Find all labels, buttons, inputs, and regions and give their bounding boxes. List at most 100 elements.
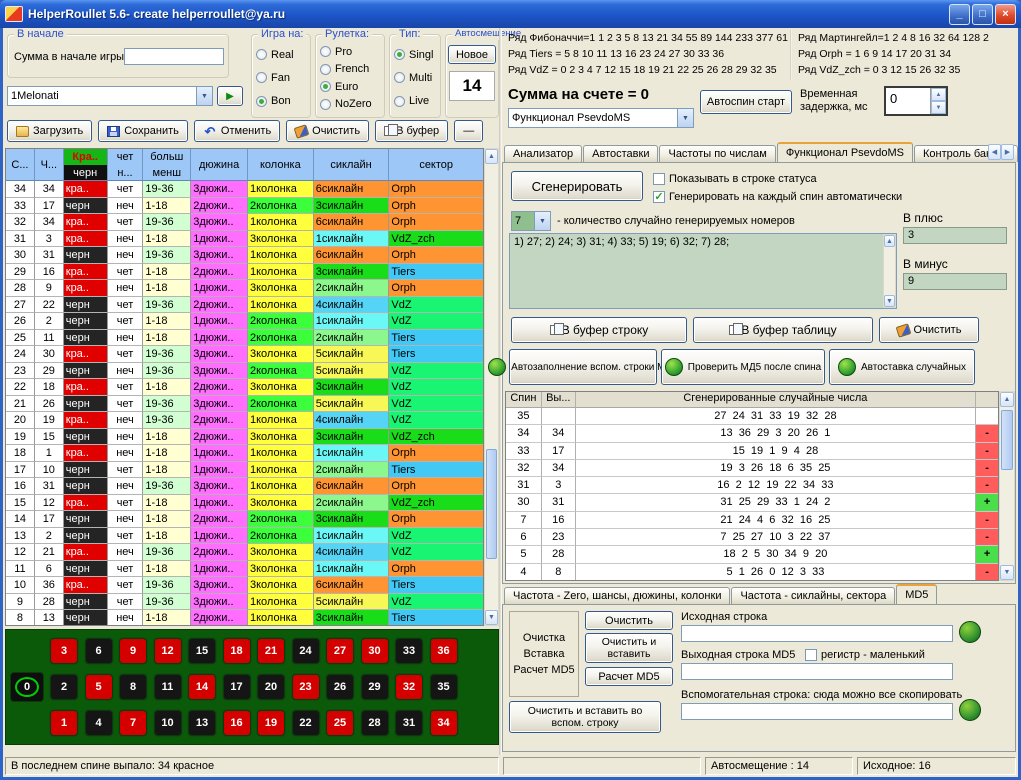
gen-row[interactable]: 71621 24 4 6 32 16 25-	[506, 512, 998, 529]
roulette-number-16[interactable]: 16	[223, 710, 251, 736]
roulette-number-22[interactable]: 22	[292, 710, 320, 736]
spin-row[interactable]: 1710чернчет1-181дюжи..1колонка2сиклайнTi…	[6, 462, 483, 479]
roulette-number-13[interactable]: 13	[188, 710, 216, 736]
roulette-number-25[interactable]: 25	[326, 710, 354, 736]
md5-clear-paste-aux-button[interactable]: Очистить и вставить во вспом. строку	[509, 701, 661, 733]
roulette-number-33[interactable]: 33	[395, 638, 423, 664]
undo-button[interactable]: ↶Отменить	[194, 120, 280, 142]
scroll-down-button[interactable]: ▼	[1000, 565, 1014, 580]
gen-row[interactable]: 31316 2 12 19 22 34 33-	[506, 477, 998, 494]
chevron-down-icon[interactable]: ▼	[196, 87, 212, 105]
md5-calc-button[interactable]: Расчет MD5	[585, 667, 673, 686]
radio-euro[interactable]: Euro	[320, 80, 382, 94]
radio-french[interactable]: French	[320, 62, 382, 76]
minimize-button[interactable]: _	[949, 4, 970, 25]
roulette-number-2[interactable]: 2	[50, 674, 78, 700]
roulette-number-1[interactable]: 1	[50, 710, 78, 736]
count-combo[interactable]: 7 ▼	[511, 211, 551, 231]
scroll-down-button[interactable]: ▼	[884, 295, 895, 307]
roulette-number-7[interactable]: 7	[119, 710, 147, 736]
tab-1[interactable]: Частота - сиклайны, сектора	[731, 587, 895, 604]
generated-output[interactable]: 1) 27; 2) 24; 3) 31; 4) 33; 5) 19; 6) 32…	[509, 233, 897, 309]
collapse-button[interactable]: —	[454, 120, 483, 142]
spin-row[interactable]: 2916кра..чет1-182дюжи..1колонка3сиклайнT…	[6, 264, 483, 281]
spin-row[interactable]: 928чернчет19-363дюжи..1колонка5сиклайнVd…	[6, 594, 483, 611]
roulette-number-28[interactable]: 28	[361, 710, 389, 736]
copy-buffer-button[interactable]: В буфер	[375, 120, 448, 142]
autobet-random-button[interactable]: Автоставка случайных	[829, 349, 975, 385]
spin-row[interactable]: 1512кра..чет1-181дюжи..3колонка2сиклайнV…	[6, 495, 483, 512]
buffer-table-button[interactable]: В буфер таблицу	[693, 317, 873, 343]
tab-2[interactable]: Частоты по числам	[659, 145, 775, 162]
roulette-number-18[interactable]: 18	[223, 638, 251, 664]
preset-combo[interactable]: 1Melonati ▼	[7, 86, 213, 106]
autofill-md5-button[interactable]: Автозаполнение вспом. строки МД5	[509, 349, 657, 385]
delay-up-button[interactable]: ▲	[931, 88, 946, 101]
roulette-number-20[interactable]: 20	[257, 674, 285, 700]
spin-row[interactable]: 132чернчет1-181дюжи..2колонка1сиклайнVdZ	[6, 528, 483, 545]
spin-row[interactable]: 313кра..неч1-181дюжи..3колонка1сиклайнVd…	[6, 231, 483, 248]
roulette-number-12[interactable]: 12	[154, 638, 182, 664]
check-md5-button[interactable]: Проверить МД5 после спина	[661, 349, 825, 385]
aux-string-input[interactable]	[681, 703, 953, 720]
gen-row[interactable]: 3527 24 31 33 19 32 28	[506, 408, 998, 425]
radio-pro[interactable]: Pro	[320, 45, 382, 59]
roulette-number-19[interactable]: 19	[257, 710, 285, 736]
table-scrollbar[interactable]: ▲ ▼	[484, 148, 499, 626]
clear-button[interactable]: Очистить	[286, 120, 369, 142]
delay-spinner[interactable]: 0 ▲ ▼	[884, 86, 948, 116]
spin-row[interactable]: 2019кра..неч19-362дюжи..1колонка4сиклайн…	[6, 412, 483, 429]
roulette-number-15[interactable]: 15	[188, 638, 216, 664]
md5-clear-button[interactable]: Очистить	[585, 611, 673, 630]
scroll-thumb[interactable]	[486, 449, 497, 559]
delay-down-button[interactable]: ▼	[931, 101, 946, 114]
spin-row[interactable]: 2329черннеч19-363дюжи..2колонка5сиклайнV…	[6, 363, 483, 380]
roulette-number-24[interactable]: 24	[292, 638, 320, 664]
tab-3[interactable]: Функционал PsevdoMS	[777, 142, 913, 162]
roulette-number-3[interactable]: 3	[50, 638, 78, 664]
roulette-number-10[interactable]: 10	[154, 710, 182, 736]
save-button[interactable]: Сохранить	[98, 120, 188, 142]
show-status-checkbox[interactable]: Показывать в строке статуса	[653, 173, 817, 185]
spin-row[interactable]: 1915черннеч1-182дюжи..3колонка3сиклайнVd…	[6, 429, 483, 446]
spin-row[interactable]: 2511черннеч1-181дюжи..2колонка2сиклайнTi…	[6, 330, 483, 347]
source-string-input[interactable]	[681, 625, 953, 642]
gen-row[interactable]: 6237 25 27 10 3 22 37-	[506, 529, 998, 546]
tabs-right-button[interactable]: ▶	[1001, 144, 1014, 160]
gen-row[interactable]: 331715 19 1 9 4 28-	[506, 443, 998, 460]
roulette-number-14[interactable]: 14	[188, 674, 216, 700]
radio-multi[interactable]: Multi	[394, 71, 438, 85]
spin-row[interactable]: 813черннеч1-182дюжи..1колонка3сиклайнTie…	[6, 610, 483, 626]
buffer-line-button[interactable]: В буфер строку	[511, 317, 687, 343]
output-scrollbar[interactable]: ▲ ▼	[883, 234, 896, 308]
spin-row[interactable]: 1417черннеч1-182дюжи..2колонка3сиклайнOr…	[6, 511, 483, 528]
gen-row[interactable]: 323419 3 26 18 6 35 25-	[506, 460, 998, 477]
gen-row[interactable]: 52818 2 5 30 34 9 20+	[506, 546, 998, 563]
gen-row[interactable]: 303131 25 29 33 1 24 2+	[506, 494, 998, 511]
roulette-number-21[interactable]: 21	[257, 638, 285, 664]
roulette-number-17[interactable]: 17	[223, 674, 251, 700]
tab-0[interactable]: Частота - Zero, шансы, дюжины, колонки	[504, 587, 730, 604]
tabs-left-button[interactable]: ◀	[988, 144, 1001, 160]
chevron-down-icon[interactable]: ▼	[677, 109, 693, 127]
roulette-number-9[interactable]: 9	[119, 638, 147, 664]
spin-row[interactable]: 3434кра..чет19-363дюжи..1колонка6сиклайн…	[6, 181, 483, 198]
roulette-number-35[interactable]: 35	[430, 674, 458, 700]
new-button[interactable]: Новое	[448, 45, 496, 64]
scroll-up-button[interactable]: ▲	[884, 235, 895, 247]
spin-row[interactable]: 2218кра..чет1-182дюжи..3колонка3сиклайнV…	[6, 379, 483, 396]
radio-fan[interactable]: Fan	[256, 71, 308, 85]
radio-nozero[interactable]: NoZero	[320, 97, 382, 111]
roulette-number-4[interactable]: 4	[85, 710, 113, 736]
spin-row[interactable]: 1631черннеч19-363дюжи..1колонка6сиклайнO…	[6, 478, 483, 495]
gen-row[interactable]: 343413 36 29 3 20 26 1-	[506, 425, 998, 442]
tab-0[interactable]: Анализатор	[504, 145, 582, 162]
roulette-number-0[interactable]: 0	[10, 672, 44, 702]
md5-clear-paste-button[interactable]: Очистить и вставить	[585, 633, 673, 663]
lowercase-checkbox[interactable]: регистр - маленький	[805, 649, 925, 661]
md5-output-input[interactable]	[681, 663, 953, 680]
roulette-number-11[interactable]: 11	[154, 674, 182, 700]
spin-row[interactable]: 2722чернчет19-362дюжи..1колонка4сиклайнV…	[6, 297, 483, 314]
tab-2[interactable]: MD5	[896, 584, 937, 604]
spin-row[interactable]: 116чернчет1-181дюжи..3колонка1сиклайнOrp…	[6, 561, 483, 578]
